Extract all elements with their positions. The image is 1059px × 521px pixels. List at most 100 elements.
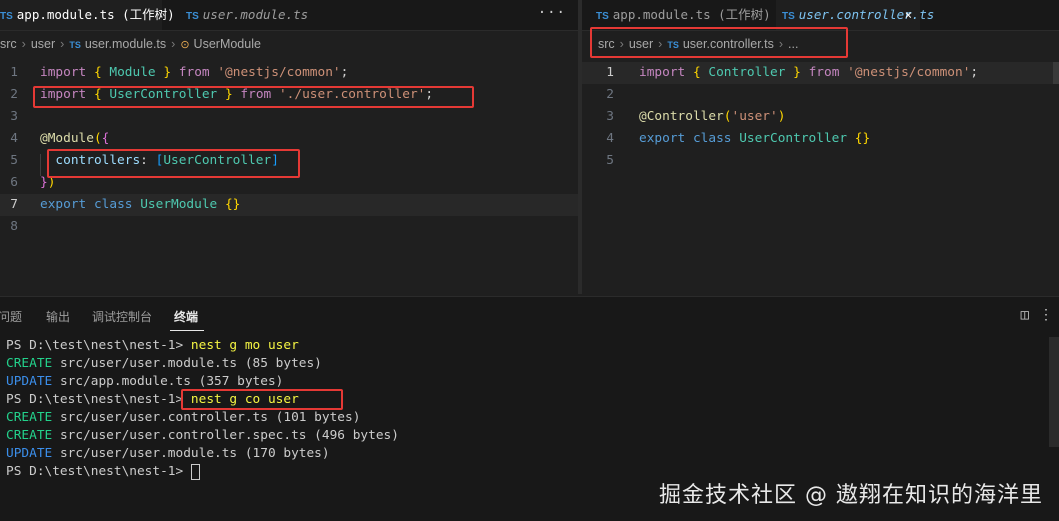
- line-text: import { Controller } from '@nestjs/comm…: [639, 62, 978, 84]
- active-tab-indicator: [170, 330, 204, 331]
- breadcrumb-item[interactable]: user: [31, 37, 55, 51]
- code-line[interactable]: 3: [0, 106, 578, 128]
- chevron-right-icon: ›: [619, 37, 624, 51]
- line-number: 5: [10, 153, 18, 168]
- code-token: from: [808, 65, 840, 80]
- terminal-token: src/user/user.module.ts (170 bytes): [52, 446, 330, 461]
- code-line[interactable]: 5 controllers: [UserController]: [0, 150, 578, 172]
- chevron-right-icon: ›: [60, 37, 65, 51]
- code-line[interactable]: 4 @Module({: [0, 128, 578, 150]
- minimap-slider[interactable]: [1053, 62, 1059, 84]
- terminal-line: UPDATE src/user/user.module.ts (170 byte…: [6, 445, 399, 463]
- terminal-line: PS D:\test\nest\nest-1> nest g mo user: [6, 337, 399, 355]
- typescript-icon: TS: [0, 11, 13, 22]
- code-token: import: [40, 87, 87, 102]
- terminal-output[interactable]: PS D:\test\nest\nest-1> nest g mo user CR…: [6, 337, 399, 481]
- code-editor[interactable]: 1 import { Module } from '@nestjs/common'…: [0, 62, 578, 238]
- code-line[interactable]: 6}): [0, 172, 578, 194]
- more-actions-icon[interactable]: ···: [538, 0, 566, 30]
- code-token: './user.controller': [278, 87, 426, 102]
- close-icon[interactable]: ×: [905, 0, 912, 30]
- code-line[interactable]: 2: [582, 84, 1059, 106]
- code-token: UserController: [739, 131, 848, 146]
- typescript-icon: TS: [186, 11, 199, 22]
- terminal-scrollbar[interactable]: [1049, 337, 1059, 447]
- bottom-panel: 问题 输出 调试控制台 终端 ◫ ⋮ PS D:\test\nest\nest-1…: [0, 296, 1059, 521]
- tab-app-module[interactable]: TS app.module.ts (工作树): [0, 0, 175, 30]
- code-token: {}: [854, 131, 871, 146]
- code-token: from: [178, 65, 210, 80]
- code-token: class: [93, 197, 133, 212]
- tab-problems[interactable]: 问题: [0, 308, 22, 325]
- tab-user-controller[interactable]: TS user.controller.ts ×: [776, 0, 934, 30]
- breadcrumb-item[interactable]: src: [598, 37, 615, 51]
- module-symbol-icon: ⊙: [180, 39, 190, 51]
- line-text: @Module({: [40, 128, 109, 150]
- code-line[interactable]: 1 import { Module } from '@nestjs/common'…: [0, 62, 578, 84]
- code-token: export: [40, 197, 87, 212]
- code-token: UserController: [109, 87, 218, 102]
- line-number: 4: [606, 131, 614, 146]
- code-token: ;: [970, 65, 979, 80]
- split-icon[interactable]: ◫: [1021, 307, 1029, 323]
- line-number: 4: [10, 131, 18, 146]
- more-icon[interactable]: ⋮: [1039, 307, 1053, 323]
- code-token: (: [93, 131, 102, 146]
- breadcrumb-item[interactable]: user.controller.ts: [683, 37, 774, 51]
- typescript-icon: TS: [667, 40, 679, 50]
- code-token: {: [101, 131, 110, 146]
- chevron-right-icon: ›: [778, 37, 784, 51]
- breadcrumb: src › user › TS user.module.ts › ⊙ UserModule: [0, 31, 261, 57]
- tab-output[interactable]: 输出: [46, 308, 70, 325]
- line-number: 8: [10, 219, 18, 234]
- line-text: import { UserController } from './user.c…: [40, 84, 433, 106]
- breadcrumb-item[interactable]: user.module.ts: [85, 37, 166, 51]
- terminal-token: CREATE: [6, 410, 53, 425]
- code-line[interactable]: 8: [0, 216, 578, 238]
- terminal-line: CREATE src/user/user.controller.ts (101 …: [6, 409, 399, 427]
- line-number: 1: [606, 65, 614, 80]
- breadcrumb-item[interactable]: src: [0, 37, 17, 51]
- line-text: export class UserController {}: [639, 128, 870, 150]
- tab-app-module[interactable]: TS app.module.ts (工作树): [590, 0, 771, 30]
- terminal-line: CREATE src/user/user.module.ts (85 bytes…: [6, 355, 399, 373]
- tab-debug-console[interactable]: 调试控制台: [92, 308, 152, 325]
- code-editor[interactable]: 1 import { Controller } from '@nestjs/com…: [582, 62, 1059, 172]
- code-token: from: [240, 87, 272, 102]
- code-line[interactable]: 5: [582, 150, 1059, 172]
- line-number: 6: [10, 175, 18, 190]
- code-line[interactable]: 1 import { Controller } from '@nestjs/com…: [582, 62, 1059, 84]
- tab-terminal[interactable]: 终端: [174, 308, 198, 325]
- breadcrumb-item[interactable]: UserModule: [194, 37, 261, 51]
- code-token: import: [40, 65, 87, 80]
- code-token: {: [93, 87, 102, 102]
- code-line[interactable]: 4 export class UserController {}: [582, 128, 1059, 150]
- terminal-token: nest g co user: [190, 392, 299, 407]
- code-token: import: [639, 65, 686, 80]
- code-line[interactable]: 3 @Controller('user'): [582, 106, 1059, 128]
- line-number: 1: [10, 65, 18, 80]
- code-line[interactable]: 2 import { UserController } from './user.…: [0, 84, 578, 106]
- terminal-token: nest g mo user: [190, 338, 299, 353]
- breadcrumb: src › user › TS user.controller.ts ›...: [598, 31, 798, 57]
- line-text: controllers: [UserController]: [40, 150, 278, 172]
- breadcrumb-item[interactable]: ...: [788, 37, 798, 51]
- code-token: UserModule: [140, 197, 218, 212]
- code-line[interactable]: 7 export class UserModule {}: [0, 194, 578, 216]
- tab-user-module[interactable]: TS user.module.ts: [180, 0, 310, 30]
- terminal-token: CREATE: [6, 428, 53, 443]
- line-number: 2: [10, 87, 18, 102]
- code-token: }: [40, 175, 48, 190]
- code-token: class: [692, 131, 732, 146]
- line-number: 3: [10, 109, 18, 124]
- breadcrumb-item[interactable]: user: [629, 37, 653, 51]
- line-text: }): [40, 172, 55, 194]
